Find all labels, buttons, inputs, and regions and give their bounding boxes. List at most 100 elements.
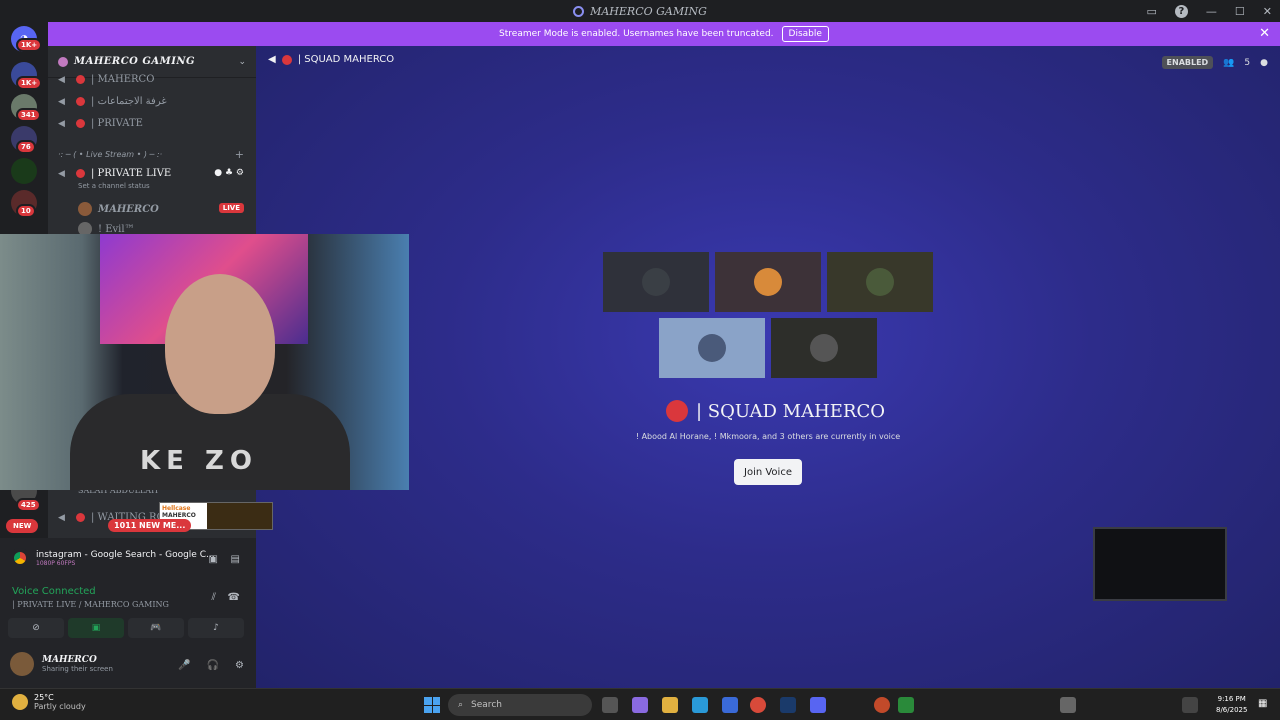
discord-icon[interactable] bbox=[810, 697, 826, 713]
noise-suppression-icon[interactable]: ⫽ bbox=[212, 592, 216, 603]
headphones-icon[interactable]: 🎧 bbox=[207, 660, 219, 671]
soundboard-button[interactable]: ♪ bbox=[188, 618, 244, 638]
shirt-text: KE ZO bbox=[140, 446, 258, 476]
windows-taskbar: 25°C Partly cloudy ⌕ Search 9:16 PM 8/6/202… bbox=[0, 688, 1280, 720]
clock[interactable]: 9:16 PM 8/6/2025 bbox=[1216, 694, 1247, 716]
add-channel-icon[interactable]: + bbox=[235, 148, 244, 161]
stream-info: instagram - Google Search - Google C... 1… bbox=[10, 548, 215, 568]
speaker-icon: ◀ bbox=[58, 74, 65, 85]
channel-status-hint[interactable]: Set a channel status bbox=[78, 182, 150, 190]
stream-title: instagram - Google Search - Google C... bbox=[36, 549, 215, 560]
help-icon[interactable]: ? bbox=[1174, 4, 1188, 18]
participant-tile[interactable] bbox=[771, 318, 877, 378]
chat-icon[interactable]: ● bbox=[1260, 58, 1268, 68]
microphone-icon[interactable]: 🎤 bbox=[178, 660, 190, 671]
participant-tile-speaking[interactable] bbox=[659, 318, 765, 378]
camera-button[interactable]: ⊘ bbox=[8, 618, 64, 638]
username: MAHERCO bbox=[42, 655, 97, 665]
activity-button[interactable]: 🎮 bbox=[128, 618, 184, 638]
steam-icon[interactable] bbox=[780, 697, 796, 713]
voice-location[interactable]: | PRIVATE LIVE / MAHERCO GAMING bbox=[12, 600, 169, 609]
stream-quality: 1080P 60FPS bbox=[36, 559, 76, 567]
taskbar-search[interactable]: ⌕ Search bbox=[448, 694, 592, 716]
title-bar: MAHERCO GAMING ▭ ? — ☐ ✕ bbox=[0, 0, 1280, 22]
new-badge[interactable]: NEW bbox=[6, 519, 39, 533]
copilot-icon[interactable] bbox=[632, 697, 648, 713]
voice-heading: | SQUAD MAHERCO bbox=[666, 400, 885, 422]
channel-header: ◀ | SQUAD MAHERCO bbox=[268, 54, 394, 65]
speaker-icon: ◀ bbox=[58, 118, 65, 129]
channel-title: | SQUAD MAHERCO bbox=[297, 54, 395, 65]
streamer-mode-badge[interactable]: ENABLED bbox=[1161, 56, 1214, 69]
edge-icon[interactable] bbox=[692, 697, 708, 713]
window-title: MAHERCO GAMING bbox=[590, 4, 707, 18]
tray-icon[interactable] bbox=[898, 697, 914, 713]
inbox-icon[interactable]: ▭ bbox=[1147, 5, 1157, 18]
disable-button[interactable]: Disable bbox=[781, 26, 829, 42]
channel-actions[interactable]: ● ♣ ⚙ bbox=[214, 168, 244, 178]
stop-stream-icon[interactable]: ▣ bbox=[209, 554, 218, 565]
server-icon[interactable] bbox=[11, 158, 37, 184]
screen-share-button[interactable]: ▣ bbox=[68, 618, 124, 638]
maximize-button[interactable]: ☐ bbox=[1235, 5, 1245, 18]
store-icon[interactable] bbox=[722, 697, 738, 713]
notification-icon[interactable]: ▦ bbox=[1258, 698, 1267, 709]
unread-badge: 425 bbox=[16, 498, 41, 512]
speaker-icon: ◀ bbox=[268, 54, 276, 65]
voice-member[interactable]: MAHERCO bbox=[78, 202, 159, 216]
webcam-overlay: KE ZO bbox=[0, 234, 409, 490]
speaker-icon: ◀ bbox=[58, 96, 65, 107]
voice-status: Voice Connected bbox=[12, 586, 96, 597]
stream-preview[interactable] bbox=[1093, 527, 1227, 601]
close-button[interactable]: ✕ bbox=[1263, 5, 1272, 18]
network-icon[interactable] bbox=[1182, 697, 1198, 713]
avatar bbox=[10, 652, 34, 676]
avatar bbox=[754, 268, 782, 296]
new-messages-pill[interactable]: 1011 NEW ME... bbox=[108, 519, 192, 532]
avatar bbox=[866, 268, 894, 296]
voice-subtitle: ! Abood Al Horane, ! Mkmoora, and 3 othe… bbox=[635, 432, 901, 441]
disconnect-icon[interactable]: ☎ bbox=[228, 592, 240, 603]
chrome-taskbar-icon[interactable] bbox=[750, 697, 766, 713]
close-icon[interactable]: ✕ bbox=[1259, 26, 1270, 41]
voice-channel[interactable]: ◀ | غرفة الاجتماعات bbox=[58, 96, 167, 107]
user-panel: instagram - Google Search - Google C... 1… bbox=[0, 538, 256, 688]
speaker-icon: ◀ bbox=[58, 512, 65, 523]
unread-badge: 10 bbox=[16, 204, 36, 218]
unread-badge: 341 bbox=[16, 108, 41, 122]
task-view-icon[interactable] bbox=[602, 697, 618, 713]
participant-tile[interactable] bbox=[715, 252, 821, 312]
tray-icon[interactable] bbox=[1060, 697, 1076, 713]
participant-tile[interactable] bbox=[603, 252, 709, 312]
participant-tile[interactable] bbox=[827, 252, 933, 312]
member-count: 5 bbox=[1244, 57, 1251, 68]
minimize-button[interactable]: — bbox=[1206, 5, 1217, 18]
members-icon[interactable]: 👥 bbox=[1223, 58, 1234, 68]
voice-channel-active[interactable]: ◀ | PRIVATE LIVE bbox=[58, 168, 171, 179]
current-user[interactable]: MAHERCO Sharing their screen bbox=[10, 652, 113, 676]
streamer-mode-banner: Streamer Mode is enabled. Usernames have… bbox=[48, 22, 1280, 46]
gear-icon[interactable]: ⚙ bbox=[235, 660, 244, 671]
avatar bbox=[78, 202, 92, 216]
join-voice-button[interactable]: Join Voice bbox=[734, 459, 802, 485]
chevron-down-icon: ⌄ bbox=[238, 56, 246, 67]
speaker-icon: ◀ bbox=[58, 168, 65, 179]
unread-badge: 76 bbox=[16, 140, 36, 154]
category-live-stream[interactable]: ·: ─ ( • Live Stream • ) ─ :· bbox=[58, 150, 162, 159]
avatar bbox=[698, 334, 726, 362]
live-badge: LIVE bbox=[218, 203, 244, 213]
unread-badge: 1K+ bbox=[16, 76, 43, 90]
voice-channel[interactable]: ◀ | PRIVATE bbox=[58, 118, 143, 129]
server-logo-icon bbox=[58, 56, 68, 67]
banner-text: Streamer Mode is enabled. Usernames have… bbox=[499, 29, 774, 39]
weather-widget[interactable]: 25°C Partly cloudy bbox=[12, 693, 86, 711]
unread-badge: 1K+ bbox=[16, 38, 43, 52]
search-icon: ⌕ bbox=[458, 700, 464, 710]
avatar bbox=[642, 268, 670, 296]
file-explorer-icon[interactable] bbox=[662, 697, 678, 713]
tray-icon[interactable] bbox=[874, 697, 890, 713]
popout-icon[interactable]: ▤ bbox=[231, 554, 240, 565]
voice-channel[interactable]: ◀ | MAHERCO bbox=[58, 74, 154, 85]
server-name: MAHERCO GAMING bbox=[74, 56, 196, 67]
start-button[interactable] bbox=[424, 697, 440, 713]
